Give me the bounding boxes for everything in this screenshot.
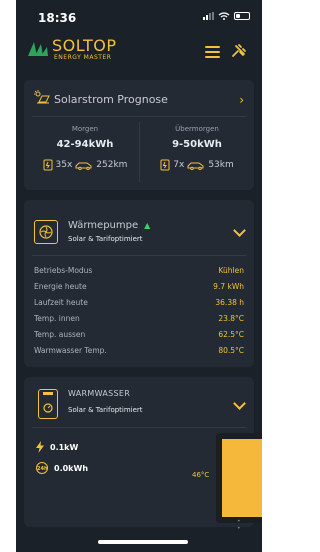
menu-icon[interactable] — [205, 46, 220, 61]
row-value: 62.5°C — [218, 330, 244, 339]
page-dots: • • — [237, 518, 244, 532]
soltop-logo-icon — [28, 42, 48, 56]
row-value: Kühlen — [218, 266, 244, 275]
battery-charge-icon — [43, 159, 53, 171]
forecast-morgen-distance: 252km — [96, 160, 128, 170]
signal-icon — [203, 12, 214, 20]
heat-pump-row: Temp. aussen 62.5°C — [34, 330, 244, 339]
solar-panel-icon — [34, 90, 50, 104]
forecast-morgen-label: Morgen — [71, 125, 99, 133]
heat-pump-icon — [34, 220, 58, 244]
row-label: Warmwasser Temp. — [34, 346, 107, 355]
solar-forecast-card[interactable]: Solarstrom Prognose › Morgen 42-94kWh 35… — [24, 80, 254, 190]
battery-icon — [234, 12, 250, 20]
battery-charge-icon — [160, 159, 170, 171]
hot-water-power: 0.1kW — [36, 441, 78, 453]
row-value: 23.8°C — [218, 314, 244, 323]
boiler-fill-level — [220, 437, 262, 519]
forecast-morgen: Morgen 42-94kWh 35x 252km — [30, 125, 140, 171]
heat-pump-title: Wärmepumpe ▲ — [68, 220, 150, 231]
forecast-morgen-value: 42-94kWh — [56, 139, 114, 150]
hot-water-title: WARMWASSER — [68, 389, 131, 398]
row-label: Energie heute — [34, 282, 87, 291]
hot-water-energy-value: 0.0kWh — [54, 463, 89, 473]
divider — [32, 427, 246, 428]
forecast-title: Solarstrom Prognose — [54, 93, 168, 106]
forecast-uebermorgen-distance: 53km — [208, 160, 234, 170]
energy-24h-icon: 24h — [36, 462, 48, 474]
heat-pump-card: Wärmepumpe ▲ Solar & Tarifoptimiert Betri… — [24, 200, 254, 367]
hot-water-subtitle: Solar & Tarifoptimiert — [68, 406, 143, 414]
forecast-morgen-equivalents: 35x 252km — [30, 159, 140, 171]
hot-water-card: WARMWASSER Solar & Tarifoptimiert 0.1kW … — [24, 377, 262, 532]
heat-pump-row: Energie heute 9.7 kWh — [34, 282, 244, 291]
lightning-icon — [36, 441, 44, 453]
app-header: SOLTOP ENERGY MASTER — [16, 32, 262, 68]
car-icon — [187, 162, 204, 170]
row-value: 9.7 kWh — [213, 282, 244, 291]
row-value: 80.5°C — [218, 346, 244, 355]
column-separator — [139, 122, 140, 182]
heat-pump-row: Temp. innen 23.8°C — [34, 314, 244, 323]
forecast-uebermorgen-charges: 7x — [173, 160, 185, 170]
status-icons — [203, 12, 250, 20]
forecast-uebermorgen-equivalents: 7x 53km — [142, 159, 252, 171]
row-value: 36.38 h — [215, 298, 244, 307]
chevron-down-icon[interactable] — [233, 397, 246, 410]
row-label: Laufzeit heute — [34, 298, 88, 307]
app-screen: 18:36 SOLTOP ENERGY MASTER Solarstrom Pr… — [16, 0, 262, 552]
forecast-uebermorgen: Übermorgen 9-50kWh 7x 53km — [142, 125, 252, 171]
row-label: Betriebs-Modus — [34, 266, 93, 275]
heat-pump-row: Warmwasser Temp. 80.5°C — [34, 346, 244, 355]
wifi-icon — [218, 12, 230, 20]
divider — [32, 116, 246, 117]
chevron-right-icon[interactable]: › — [239, 93, 244, 107]
forecast-uebermorgen-label: Übermorgen — [175, 125, 219, 133]
heat-pump-name: Wärmepumpe — [68, 220, 139, 231]
status-time: 18:36 — [38, 11, 77, 25]
car-icon — [75, 162, 92, 170]
forecast-morgen-charges: 35x — [55, 160, 73, 170]
heat-pump-row: Laufzeit heute 36.38 h — [34, 298, 244, 307]
hot-water-power-value: 0.1kW — [50, 442, 79, 452]
brand-name: SOLTOP — [52, 36, 117, 55]
heat-pump-subtitle: Solar & Tarifoptimiert — [68, 235, 143, 243]
plug-icon[interactable] — [230, 42, 248, 60]
forecast-uebermorgen-value: 9-50kWh — [172, 139, 222, 150]
heat-pump-row: Betriebs-Modus Kühlen — [34, 266, 244, 275]
row-label: Temp. innen — [34, 314, 80, 323]
trend-up-icon: ▲ — [144, 221, 151, 230]
home-indicator[interactable] — [98, 540, 188, 544]
hot-water-energy: 24h 0.0kWh — [36, 462, 88, 474]
boiler-icon — [38, 389, 58, 419]
row-label: Temp. aussen — [34, 330, 86, 339]
status-bar: 18:36 — [16, 0, 262, 28]
hot-water-temperature: 46°C — [192, 471, 210, 479]
divider — [32, 255, 246, 256]
brand-subtitle: ENERGY MASTER — [54, 54, 112, 61]
chevron-down-icon[interactable] — [233, 224, 246, 237]
